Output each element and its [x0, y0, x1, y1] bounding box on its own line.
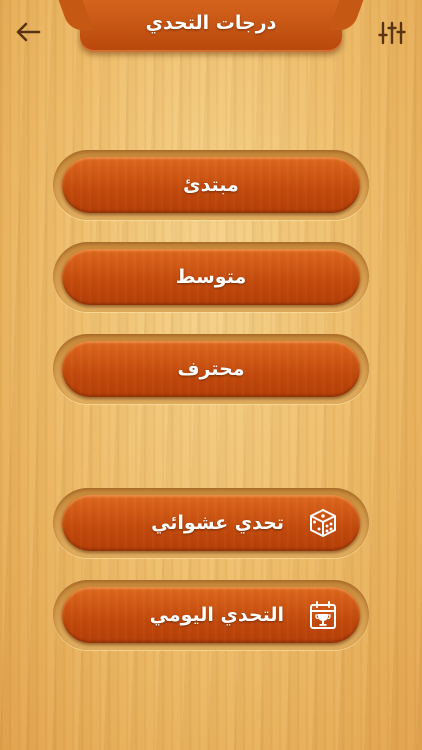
level-intermediate-button[interactable]: متوسط	[62, 249, 360, 305]
level-beginner-well: مبتدئ	[53, 150, 369, 220]
daily-challenge-label: التحدي اليومي	[149, 604, 284, 626]
random-challenge-button[interactable]: تحدي عشوائي	[62, 495, 360, 551]
daily-challenge-button[interactable]: التحدي اليومي	[62, 587, 360, 643]
level-pro-label: محترف	[177, 358, 245, 380]
random-challenge-well: تحدي عشوائي	[53, 488, 369, 558]
level-beginner-label: مبتدئ	[183, 174, 239, 196]
dice-icon	[306, 506, 340, 540]
random-challenge-label: تحدي عشوائي	[151, 512, 284, 534]
calendar-trophy-icon	[306, 598, 340, 632]
level-pro-button[interactable]: محترف	[62, 341, 360, 397]
daily-challenge-well: التحدي اليومي	[53, 580, 369, 650]
level-beginner-button[interactable]: مبتدئ	[62, 157, 360, 213]
level-intermediate-well: متوسط	[53, 242, 369, 312]
page-title: درجات التحدي	[145, 12, 277, 34]
level-pro-well: محترف	[53, 334, 369, 404]
level-intermediate-label: متوسط	[175, 266, 247, 288]
